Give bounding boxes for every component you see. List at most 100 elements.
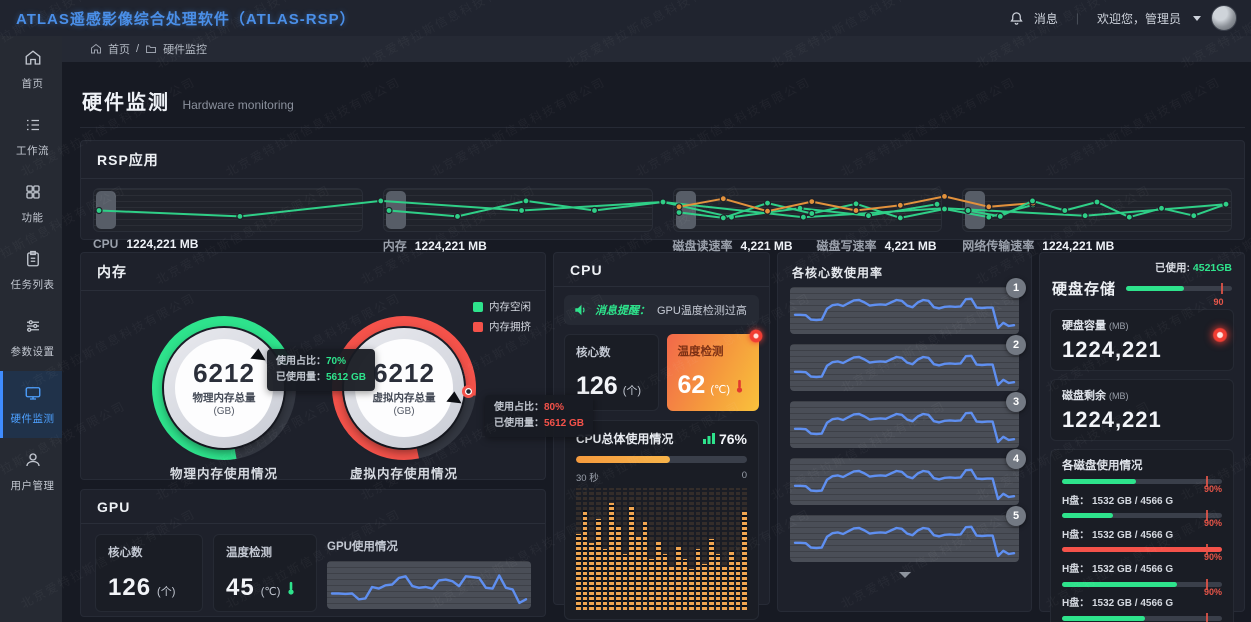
core-usage-chart[interactable]: 1: [790, 287, 1019, 334]
disk-capacity-label: 硬盘容量: [1062, 320, 1106, 332]
breadcrumb-separator: /: [136, 43, 139, 55]
disk-row-label: H盘： 1532 GB / 4566 G: [1062, 496, 1222, 509]
sparkline-chart[interactable]: [93, 188, 363, 232]
core-number-badge: 4: [1006, 449, 1026, 469]
sidebar-item-label: 功能: [5, 210, 60, 225]
sidebar-item-label: 参数设置: [5, 344, 60, 359]
bar-chart-icon: [703, 433, 715, 444]
cpu-alert: 消息提醒： GPU温度检测过高: [564, 295, 759, 325]
cpu-history-chart[interactable]: [576, 488, 747, 610]
donut-unit: (GB): [213, 406, 234, 417]
tooltip-value: 70%: [326, 356, 346, 367]
disk-usage-list: 90%H盘： 1532 GB / 4566 G90%H盘： 1532 GB / …: [1062, 479, 1222, 622]
led-column: [696, 488, 701, 610]
messages-label[interactable]: 消息: [1034, 10, 1058, 27]
sparkline-chart[interactable]: [962, 188, 1232, 232]
features-icon: [24, 183, 42, 201]
breadcrumb: 首页 / 硬件监控: [62, 36, 1251, 62]
disk-threshold-tick: [1206, 579, 1208, 590]
led-column: [583, 488, 588, 610]
metric-value: 4,221 MB: [741, 239, 793, 253]
disk-usage-bar: [1062, 582, 1222, 587]
donut-label: 虚拟内存总量: [373, 390, 436, 405]
sidebar: 首页工作流功能任务列表参数设置硬件监测用户管理: [0, 36, 62, 622]
sidebar-item-label: 首页: [5, 76, 60, 91]
led-column: [729, 488, 734, 610]
physical-memory-total: 6212: [193, 360, 255, 386]
core-number-badge: 2: [1006, 335, 1026, 355]
led-column: [603, 488, 608, 610]
sidebar-item-params[interactable]: 参数设置: [0, 304, 62, 371]
rsp-metric-card: CPU 1224,221 MB: [93, 188, 363, 254]
core-usage-chart[interactable]: 3: [790, 401, 1019, 448]
sidebar-item-label: 工作流: [5, 143, 60, 158]
led-column: [742, 488, 747, 610]
sidebar-item-home[interactable]: 首页: [0, 36, 62, 103]
gpu-cores-unit: (个): [157, 583, 175, 599]
avatar[interactable]: [1211, 5, 1237, 31]
sidebar-item-hardware[interactable]: 硬件监测: [0, 371, 62, 438]
disk-threshold-label: 90: [1214, 297, 1224, 307]
disk-usage-row: 90%H盘： 1532 GB / 4566 G: [1062, 582, 1222, 611]
sidebar-item-users[interactable]: 用户管理: [0, 438, 62, 505]
gpu-usage-chart[interactable]: [327, 561, 531, 609]
sparkline-chart[interactable]: [383, 188, 653, 232]
rsp-metric-card: 网络传输速率1224,221 MB: [962, 188, 1232, 254]
led-column: [702, 488, 707, 610]
sidebar-item-workflow[interactable]: 工作流: [0, 103, 62, 170]
metric-value: 1224,221 MB: [126, 237, 198, 251]
disk-usage-bar: [1062, 547, 1222, 552]
led-column: [629, 488, 634, 610]
breadcrumb-home[interactable]: 首页: [108, 41, 130, 57]
legend-label: 内存拥挤: [489, 319, 531, 334]
core-usage-chart[interactable]: 5: [790, 515, 1019, 562]
memory-legend: 内存空闲内存拥挤: [473, 299, 531, 339]
disk-free-unit: (MB): [1109, 391, 1129, 401]
sparkline-chart[interactable]: [673, 188, 943, 232]
users-icon: [24, 451, 42, 469]
cpu-temp-unit: (℃): [710, 383, 730, 396]
disk-free-value: 1224,221: [1062, 407, 1222, 433]
gpu-usage-label: GPU使用情况: [327, 538, 531, 554]
alert-dot-icon: [1212, 327, 1228, 343]
chevron-down-icon[interactable]: [1193, 16, 1201, 21]
disk-usage-bar: [1062, 479, 1222, 484]
sidebar-item-tasks[interactable]: 任务列表: [0, 237, 62, 304]
donut-unit: (GB): [393, 406, 414, 417]
bell-icon[interactable]: [1009, 11, 1024, 26]
disk-usage-row: 90%H盘： 1532 GB / 4566 G: [1062, 513, 1222, 542]
alert-prefix: 消息提醒：: [595, 302, 650, 318]
sidebar-item-label: 硬件监测: [5, 411, 60, 426]
cpu-usage-card: CPU总体使用情况 76% 30 秒: [564, 420, 759, 620]
disk-threshold-percent: 90%: [1062, 484, 1222, 496]
disk-threshold-percent: 90%: [1062, 587, 1222, 599]
gpu-cores-card: 核心数 126(个): [95, 534, 203, 612]
physical-memory-tooltip: 使用占比：70% 已使用量：5612 GB: [267, 349, 375, 391]
home-icon: [90, 43, 102, 55]
disk-free-card: 磁盘剩余(MB) 1224,221: [1050, 379, 1234, 441]
workflow-icon: [24, 116, 42, 134]
virtual-memory-tooltip: 使用占比：80% 已使用量：5612 GB: [485, 395, 593, 437]
metric-name: CPU: [93, 237, 118, 251]
cpu-usage-percent: 76%: [719, 431, 747, 447]
led-column: [623, 488, 628, 610]
topbar-divider: |: [1076, 11, 1079, 25]
sidebar-item-features[interactable]: 功能: [0, 170, 62, 237]
tooltip-label: 已使用量：: [276, 372, 326, 383]
page-title: 硬件监测: [82, 92, 170, 114]
core-usage-chart[interactable]: 2: [790, 344, 1019, 391]
expand-caret-icon[interactable]: [899, 572, 911, 578]
breadcrumb-current: 硬件监控: [163, 41, 207, 57]
core-usage-chart[interactable]: 4: [790, 458, 1019, 505]
led-column: [676, 488, 681, 610]
gpu-temp-label: 温度检测: [226, 544, 304, 560]
cores-panel: 各核心数使用率 12345: [777, 252, 1032, 612]
cpu-panel-title: CPU: [554, 253, 769, 287]
led-column: [656, 488, 661, 610]
core-chart-list: 12345: [778, 287, 1031, 562]
led-column: [643, 488, 648, 610]
sidebar-item-label: 用户管理: [5, 478, 60, 493]
welcome-user-menu[interactable]: 欢迎您，管理员: [1097, 10, 1181, 27]
led-column: [596, 488, 601, 610]
cpu-temp-card: 温度检测 62(℃): [667, 334, 760, 411]
